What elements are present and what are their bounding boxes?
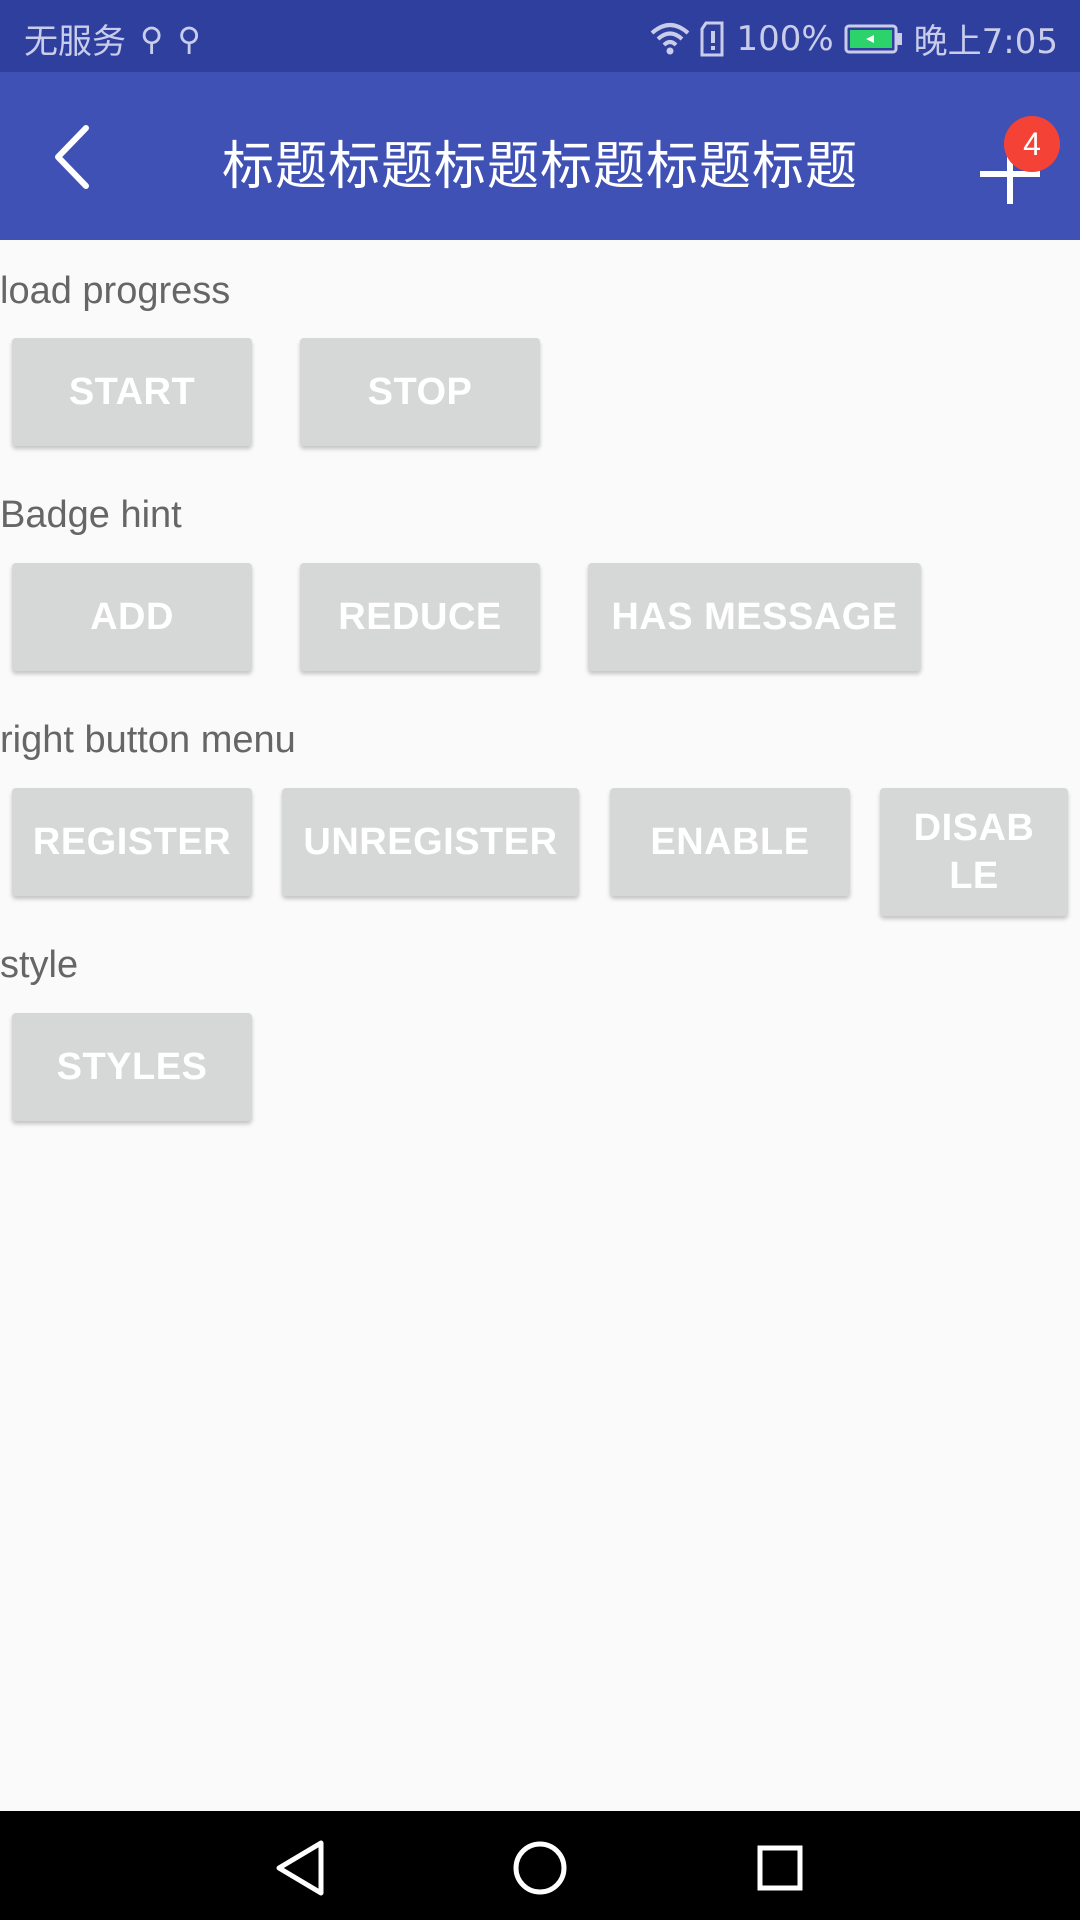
sd-card-alert-icon <box>700 21 726 57</box>
battery-charging-icon <box>844 23 904 55</box>
usb-icon: ⚲ <box>177 19 201 58</box>
add-button[interactable]: ADD <box>12 563 252 671</box>
enable-button[interactable]: ENABLE <box>610 788 850 896</box>
back-button[interactable] <box>28 112 118 202</box>
back-triangle-icon <box>276 1840 324 1896</box>
add-menu-button[interactable]: 4 <box>960 116 1060 216</box>
disable-button[interactable]: DISABLE <box>880 788 1068 916</box>
section-label-badge-hint: Badge hint <box>0 494 182 536</box>
unregister-button[interactable]: UNREGISTER <box>282 788 579 896</box>
wifi-icon <box>650 21 690 57</box>
home-circle-icon <box>513 1841 567 1895</box>
has-message-button[interactable]: HAS MESSAGE <box>588 563 921 671</box>
status-bar: 无服务 ⚲ ⚲ 100% 晚上7:05 <box>0 0 1080 72</box>
app-bar: 标题标题标题标题标题标题 4 <box>0 72 1080 240</box>
carrier-text: 无服务 <box>24 22 126 62</box>
section-label-style: style <box>0 944 79 986</box>
section-label-right-button-menu: right button menu <box>0 719 296 761</box>
recents-square-icon <box>757 1845 803 1891</box>
styles-button[interactable]: STYLES <box>12 1013 252 1121</box>
status-right: 100% 晚上7:05 <box>650 14 1058 63</box>
nav-home-button[interactable] <box>505 1833 575 1903</box>
status-left: 无服务 ⚲ ⚲ <box>24 14 201 63</box>
start-button[interactable]: START <box>12 338 252 446</box>
usb-icon: ⚲ <box>140 19 164 58</box>
nav-recents-button[interactable] <box>745 1833 815 1903</box>
section-label-load-progress: load progress <box>0 270 231 312</box>
register-button[interactable]: REGISTER <box>12 788 252 896</box>
notification-badge: 4 <box>1004 116 1060 172</box>
navigation-bar <box>0 1811 1080 1920</box>
nav-back-button[interactable] <box>265 1833 335 1903</box>
chevron-left-icon <box>55 125 89 189</box>
stop-button[interactable]: STOP <box>300 338 540 446</box>
battery-percent: 100% <box>736 18 834 59</box>
reduce-button[interactable]: REDUCE <box>300 563 540 671</box>
page-title: 标题标题标题标题标题标题 <box>221 137 858 197</box>
clock-text: 晚上7:05 <box>913 22 1058 62</box>
